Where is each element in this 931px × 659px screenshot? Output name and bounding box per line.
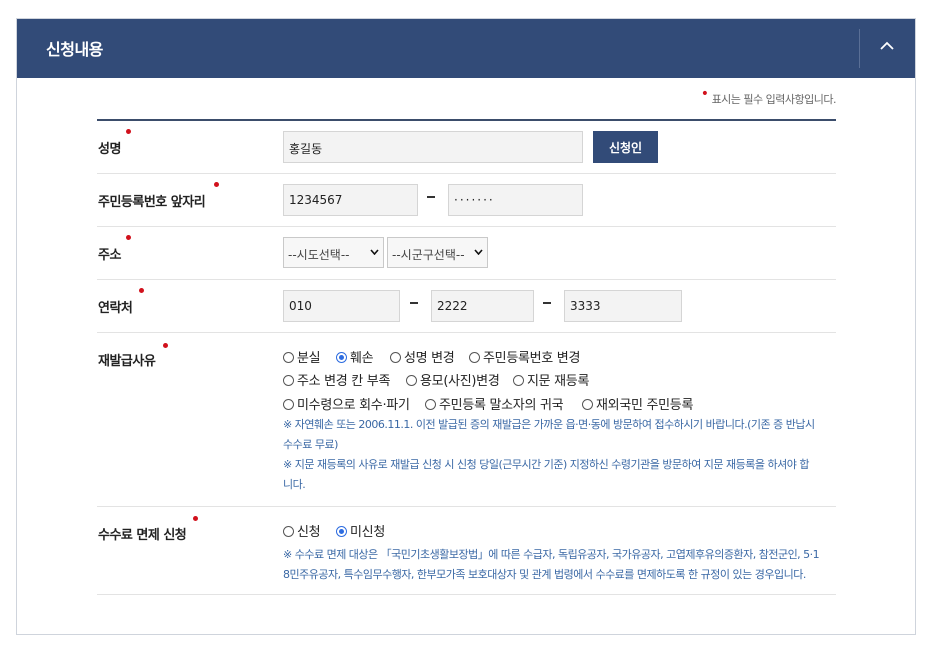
radio-icon [582,399,593,410]
label-name: 성명 [98,142,121,157]
reason-option-rrn-change[interactable]: 주민등록번호 변경 [469,347,580,366]
required-marker [139,288,144,293]
fee-note: ※ 수수료 면제 대상은 「국민기초생활보장법」에 따른 수급자, 독립유공자,… [283,545,843,585]
reason-option-label: 훼손 [350,351,374,366]
reason-option-address-space[interactable]: 주소 변경 칸 부족 [283,370,390,389]
rrn-back-input[interactable]: ······· [448,184,583,216]
required-dot-icon: • [700,86,709,102]
reason-option-label: 미수령으로 회수·파기 [297,398,410,413]
application-panel: 신청내용 • 표시는 필수 입력사항입니다. 성명 홍길동 신청인 주민등록번호 … [16,18,916,635]
reason-option-return[interactable]: 주민등록 말소자의 귀국 [425,394,564,413]
phone-part2-input[interactable]: 2222 [431,290,534,322]
panel-header: 신청내용 [17,19,915,78]
fee-option-label: 신청 [297,525,321,540]
row-reason: 재발급사유 분실 훼손 성명 변경 주민등록번호 변경 주소 변경 칸 부족 용… [97,333,836,507]
sigungu-select[interactable]: --시군구선택-- [387,237,488,268]
required-marker [193,516,198,521]
reason-option-damage[interactable]: 훼손 [336,347,374,366]
phone-part1-input[interactable]: 010 [283,290,400,322]
label-rrn: 주민등록번호 앞자리 [98,195,206,210]
sido-select-value: --시도선택-- [288,248,350,262]
sido-select[interactable]: --시도선택-- [283,237,384,268]
required-marker [163,343,168,348]
row-name: 성명 홍길동 신청인 [97,121,836,174]
rrn-front-input[interactable]: 1234567 [283,184,418,216]
reason-option-fingerprint[interactable]: 지문 재등록 [513,370,589,389]
dash-separator [543,302,551,304]
required-marker [126,129,131,134]
row-fee: 수수료 면제 신청 신청 미신청 ※ 수수료 면제 대상은 「국민기초생활보장법… [97,507,836,595]
reason-note-1-line2: 수수료 무료) [283,438,338,451]
dash-separator [410,302,418,304]
radio-icon [406,375,417,386]
reason-option-label: 분실 [297,351,321,366]
radio-icon [283,399,294,410]
label-reason: 재발급사유 [98,354,156,369]
radio-icon [425,399,436,410]
reason-note-1-line1: ※ 자연훼손 또는 2006.11.1. 이전 발급된 증의 재발급은 가까운 … [283,418,815,431]
reason-note-2: ※ 지문 재등록의 사유로 재발급 신청 시 신청 당일(근무시간 기준) 지정… [283,455,843,495]
chevron-down-icon [370,249,379,255]
reason-option-loss[interactable]: 분실 [283,347,321,366]
reason-option-name-change[interactable]: 성명 변경 [390,347,455,366]
name-input[interactable]: 홍길동 [283,131,583,163]
reason-note-1: ※ 자연훼손 또는 2006.11.1. 이전 발급된 증의 재발급은 가까운 … [283,415,843,455]
label-fee: 수수료 면제 신청 [98,528,187,543]
radio-icon [513,375,524,386]
row-address: 주소 --시도선택-- --시군구선택-- [97,227,836,280]
required-note-text: 표시는 필수 입력사항입니다. [711,93,837,106]
required-marker [126,235,131,240]
chevron-up-icon [880,41,894,50]
panel-title: 신청내용 [46,40,103,59]
reason-option-uncollected[interactable]: 미수령으로 회수·파기 [283,394,410,413]
sigungu-select-value: --시군구선택-- [392,248,465,262]
radio-icon [469,352,480,363]
reason-option-label: 용모(사진)변경 [420,374,500,389]
reason-note-2-line1: ※ 지문 재등록의 사유로 재발급 신청 시 신청 당일(근무시간 기준) 지정… [283,458,810,471]
reason-option-photo-change[interactable]: 용모(사진)변경 [406,370,500,389]
reason-option-label: 재외국민 주민등록 [596,398,694,413]
label-contact: 연락처 [98,301,133,316]
row-rrn: 주민등록번호 앞자리 1234567 ······· [97,174,836,227]
reason-option-label: 주민등록 말소자의 귀국 [439,398,564,413]
row-contact: 연락처 010 2222 3333 [97,280,836,333]
required-note: • 표시는 필수 입력사항입니다. [701,86,837,107]
fee-option-not-apply[interactable]: 미신청 [336,521,385,540]
applicant-button[interactable]: 신청인 [593,131,658,163]
radio-icon [283,526,294,537]
reason-option-label: 지문 재등록 [527,374,590,389]
reason-option-label: 성명 변경 [404,351,455,366]
reason-option-label: 주민등록번호 변경 [483,351,581,366]
collapse-button[interactable] [860,19,915,78]
radio-icon [283,375,294,386]
reason-option-label: 주소 변경 칸 부족 [297,374,391,389]
phone-part3-input[interactable]: 3333 [564,290,682,322]
reason-note-2-line2: 니다. [283,478,306,491]
radio-selected-icon [336,526,347,537]
fee-option-apply[interactable]: 신청 [283,521,321,540]
radio-icon [283,352,294,363]
required-marker [214,182,219,187]
fee-note-line2: 8민주유공자, 특수임무수행자, 한부모가족 보호대상자 및 관계 법령에서 수… [283,568,806,581]
radio-icon [390,352,401,363]
reason-option-overseas[interactable]: 재외국민 주민등록 [582,394,693,413]
fee-option-label: 미신청 [350,525,385,540]
chevron-down-icon [474,249,483,255]
dash-separator [427,196,435,198]
label-address: 주소 [98,248,121,263]
fee-note-line1: ※ 수수료 면제 대상은 「국민기초생활보장법」에 따른 수급자, 독립유공자,… [283,548,820,561]
radio-selected-icon [336,352,347,363]
